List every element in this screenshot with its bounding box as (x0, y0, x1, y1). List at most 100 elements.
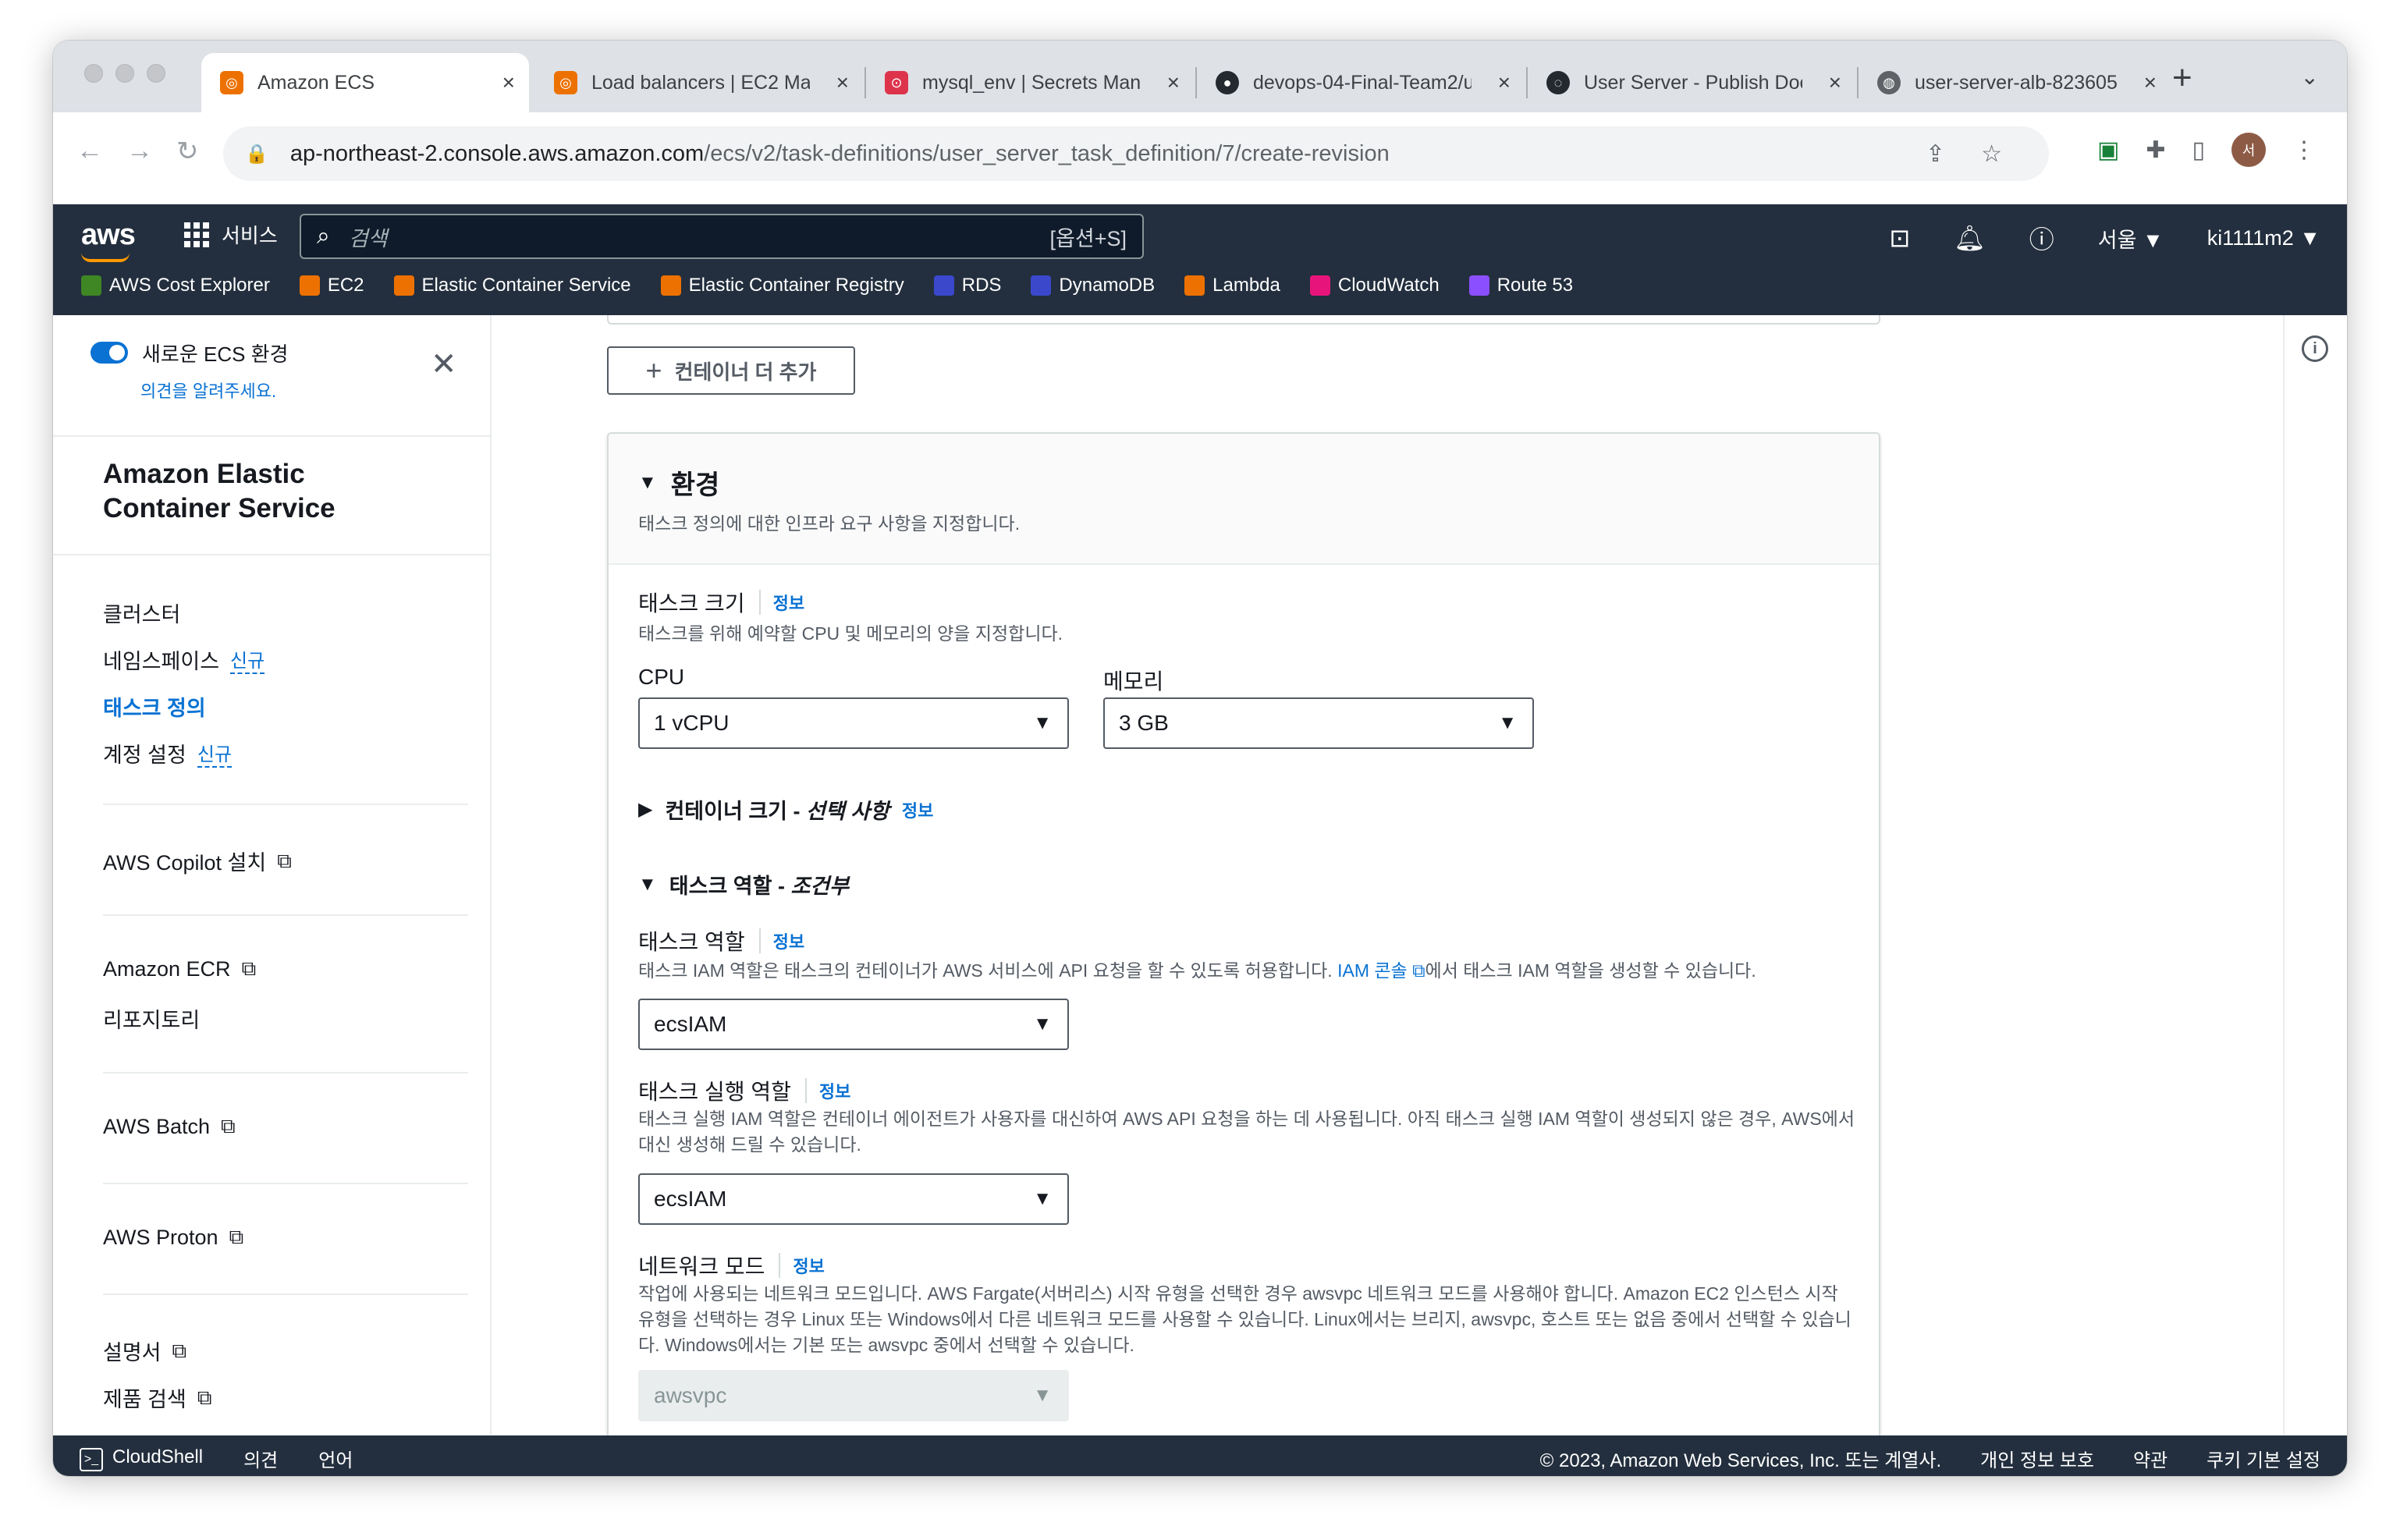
new-ecs-experience-toggle[interactable] (91, 342, 128, 364)
nav-link-repositories[interactable]: 리포지토리 (103, 1003, 200, 1034)
favorite-ecs[interactable]: Elastic Container Service (393, 275, 631, 296)
favorite-cloudwatch[interactable]: CloudWatch (1309, 275, 1440, 296)
info-panel-icon[interactable]: i (2302, 335, 2328, 362)
favorite-route53[interactable]: Route 53 (1468, 275, 1573, 296)
nav-item-namespaces[interactable]: 네임스페이스 신규 (103, 644, 265, 675)
side-navigation: 새로운 ECS 환경 의견을 알려주세요. ✕ Amazon Elastic C… (53, 315, 492, 1468)
profile-avatar[interactable]: 서 (2231, 133, 2267, 167)
container-size-expander[interactable]: ▶ 컨테이너 크기 - 선택 사항 정보 (638, 794, 933, 825)
forward-arrow-icon[interactable]: → (126, 136, 153, 166)
favorite-lambda[interactable]: Lambda (1184, 275, 1280, 296)
nav-link-proton[interactable]: AWS Proton ⧉ (103, 1225, 243, 1250)
help-icon[interactable]: ⓘ (2029, 220, 2054, 256)
close-tab-icon[interactable]: × (502, 70, 515, 95)
browser-tab-load-balancers[interactable]: ◎ Load balancers | EC2 Man × (535, 53, 863, 112)
external-link-icon: ⧉ (241, 956, 257, 980)
minimize-window-button[interactable] (115, 64, 134, 83)
task-role-select[interactable]: ecsIAM ▼ (638, 999, 1069, 1050)
extensions-puzzle-icon[interactable]: ✚ (2146, 137, 2165, 164)
nav-link-documentation[interactable]: 설명서 ⧉ (103, 1336, 186, 1366)
cost-explorer-icon (81, 275, 101, 296)
services-menu-button[interactable]: 서비스 (184, 220, 278, 249)
grid-icon (184, 222, 209, 247)
nav-link-product-search[interactable]: 제품 검색 ⧉ (103, 1382, 211, 1413)
favorite-rds[interactable]: RDS (933, 275, 1001, 296)
cloudshell-button[interactable]: >_ CloudShell (80, 1446, 203, 1471)
close-tab-icon[interactable]: × (836, 70, 849, 95)
globe-favicon-icon: ◍ (1877, 71, 1901, 94)
tools-panel-rail: i (2283, 315, 2347, 1468)
container-size-info-link[interactable]: 정보 (902, 797, 933, 822)
lock-icon[interactable]: 🔒 (245, 143, 268, 165)
task-size-label: 태스크 크기 정보 (638, 590, 805, 616)
environment-panel-header[interactable]: ▼ 환경 (638, 463, 719, 502)
nav-link-batch[interactable]: AWS Batch ⧉ (103, 1114, 236, 1139)
region-selector[interactable]: 서울 ▼ (2098, 223, 2164, 254)
terms-link[interactable]: 약관 (2133, 1445, 2167, 1472)
task-execution-role-select[interactable]: ecsIAM ▼ (638, 1173, 1069, 1225)
zoom-window-button[interactable] (147, 64, 165, 83)
browser-tab-secrets-manager[interactable]: ⊙ mysql_env | Secrets Man × (866, 53, 1194, 112)
notifications-bell-icon[interactable]: 🔔︎ (1954, 223, 1986, 253)
environment-panel: ▼ 환경 태스크 정의에 대한 인프라 요구 사항을 지정합니다. 태스크 크기… (607, 432, 1880, 1457)
favorite-ecr[interactable]: Elastic Container Registry (660, 275, 904, 296)
favorite-ec2[interactable]: EC2 (299, 275, 364, 296)
reload-icon[interactable]: ↻ (176, 136, 199, 167)
console-search-input[interactable]: ⌕ 검색 [옵션+S] (300, 214, 1144, 259)
cpu-label: CPU (638, 665, 685, 689)
network-mode-select: awsvpc ▼ (638, 1370, 1069, 1421)
task-execution-role-label: 태스크 실행 역할 정보 (638, 1078, 851, 1104)
new-tab-plus-icon[interactable]: + (2172, 61, 2192, 95)
browser-tab-alb[interactable]: ◍ user-server-alb-823605 × (1859, 53, 2171, 112)
caret-down-icon: ▼ (638, 471, 657, 493)
account-menu[interactable]: ki1111m2 ▼ (2207, 226, 2320, 250)
cloudshell-icon[interactable]: ⊡ (1889, 223, 1910, 253)
service-title[interactable]: Amazon Elastic Container Service (103, 457, 431, 526)
iam-console-link[interactable]: IAM 콘솔 ⧉ (1337, 960, 1425, 981)
task-size-info-link[interactable]: 정보 (758, 590, 804, 615)
nav-item-account-settings[interactable]: 계정 설정 신규 (103, 738, 233, 768)
nav-link-ecr[interactable]: Amazon ECR ⧉ (103, 956, 256, 981)
network-mode-info-link[interactable]: 정보 (779, 1253, 825, 1278)
ec2-icon (299, 275, 320, 296)
footer-language-link[interactable]: 언어 (318, 1445, 353, 1472)
caret-down-icon: ▼ (1033, 1188, 1052, 1209)
task-role-expander[interactable]: ▼ 태스크 역할 - 조건부 (638, 869, 849, 900)
cookie-preferences-link[interactable]: 쿠키 기본 설정 (2207, 1445, 2320, 1472)
close-tab-icon[interactable]: × (2144, 70, 2157, 95)
add-container-button[interactable]: + 컨테이너 더 추가 (607, 346, 855, 395)
privacy-link[interactable]: 개인 정보 보호 (1980, 1445, 2094, 1472)
task-execution-role-info-link[interactable]: 정보 (804, 1078, 850, 1103)
browser-tab-amazon-ecs[interactable]: ◎ Amazon ECS × (201, 53, 529, 112)
nav-item-clusters[interactable]: 클러스터 (103, 598, 180, 628)
nav-link-copilot[interactable]: AWS Copilot 설치 ⧉ (103, 846, 292, 876)
aws-console-header: aws 서비스 ⌕ 검색 [옵션+S] ⊡ 🔔︎ ⓘ 서울 ▼ ki1111m2… (53, 204, 2347, 315)
browser-tab-github-repo[interactable]: ● devops-04-Final-Team2/u × (1197, 53, 1525, 112)
aws-logo[interactable]: aws (81, 218, 136, 262)
tab-search-chevron-icon[interactable]: ⌄ (2301, 64, 2319, 90)
memory-select[interactable]: 3 GB ▼ (1103, 697, 1534, 749)
favorite-cost-explorer[interactable]: AWS Cost Explorer (81, 275, 270, 296)
dynamodb-icon (1031, 275, 1052, 296)
translate-extension-icon[interactable]: ▣ (2097, 137, 2119, 164)
share-icon[interactable]: ⇪ (1926, 140, 1945, 168)
footer-feedback-link[interactable]: 의견 (243, 1445, 278, 1472)
bookmark-star-icon[interactable]: ☆ (1981, 140, 2002, 168)
back-arrow-icon[interactable]: ← (76, 136, 103, 166)
close-tab-icon[interactable]: × (1829, 70, 1841, 95)
close-navigation-icon[interactable]: ✕ (431, 346, 457, 382)
main-content: + 컨테이너 더 추가 ▼ 환경 태스크 정의에 대한 인프라 요구 사항을 지… (493, 315, 2331, 1468)
close-tab-icon[interactable]: × (1498, 70, 1511, 95)
cpu-select[interactable]: 1 vCPU ▼ (638, 697, 1069, 749)
browser-menu-icon[interactable]: ⋮ (2292, 137, 2316, 164)
memory-label: 메모리 (1103, 669, 1164, 694)
task-role-info-link[interactable]: 정보 (758, 928, 804, 953)
close-tab-icon[interactable]: × (1167, 70, 1180, 95)
favorite-dynamodb[interactable]: DynamoDB (1031, 275, 1155, 296)
browser-tab-publish-doc[interactable]: ◌ User Server - Publish Doc × (1528, 53, 1855, 112)
nav-item-task-definitions[interactable]: 태스크 정의 (103, 691, 206, 722)
feedback-link[interactable]: 의견을 알려주세요. (140, 378, 276, 403)
address-bar[interactable]: 🔒 ap-northeast-2.console.aws.amazon.com /… (223, 126, 2049, 181)
close-window-button[interactable] (84, 64, 103, 83)
side-panel-icon[interactable]: ▯ (2192, 137, 2206, 164)
